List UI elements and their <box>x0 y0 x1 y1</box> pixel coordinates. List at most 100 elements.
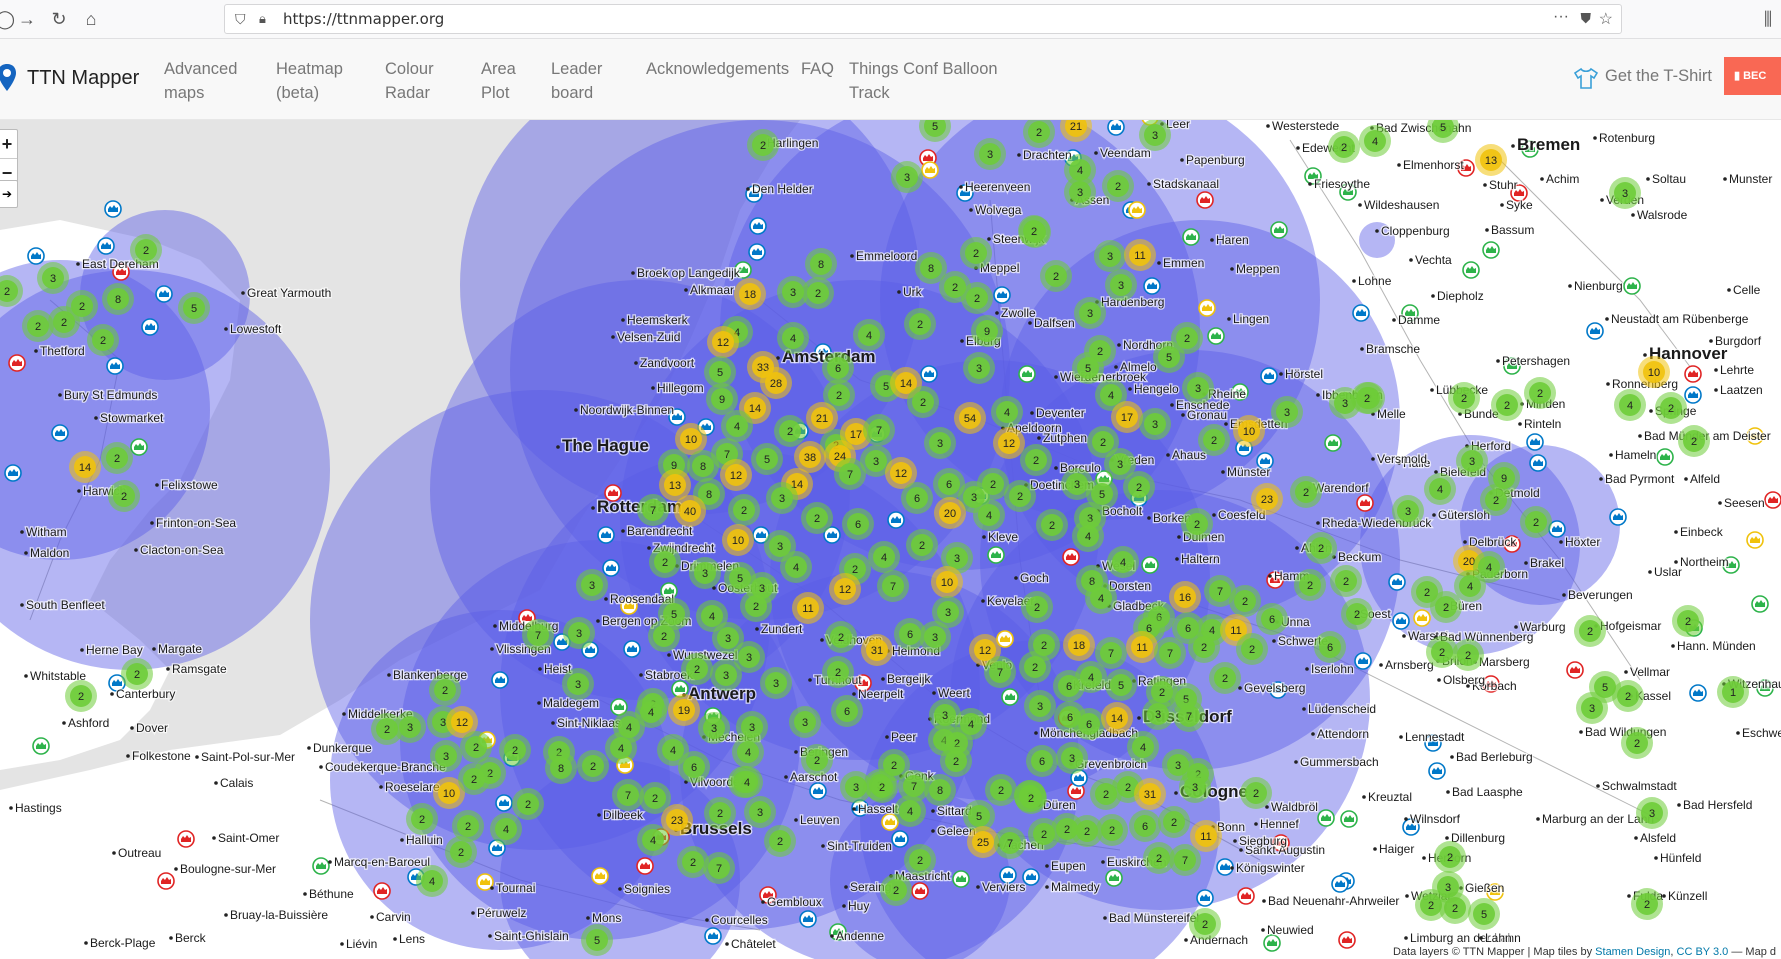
gateway-marker[interactable] <box>1105 869 1123 887</box>
gateway-marker[interactable] <box>1526 433 1544 451</box>
cluster-marker[interactable]: 2 <box>499 734 531 766</box>
cluster-marker[interactable]: 2 <box>406 803 438 835</box>
cluster-marker[interactable]: 2 <box>1448 382 1480 414</box>
cluster-marker[interactable]: 3 <box>562 668 594 700</box>
cluster-marker[interactable]: 13 <box>1475 144 1507 176</box>
cluster-marker[interactable]: 2 <box>822 656 854 688</box>
cluster-marker[interactable]: 2 <box>880 874 912 906</box>
home-icon[interactable]: ⌂ <box>78 6 104 32</box>
cluster-marker[interactable]: 2 <box>101 442 133 474</box>
cluster-marker[interactable]: 3 <box>766 482 798 514</box>
cluster-marker[interactable]: 9 <box>971 315 1003 347</box>
cluster-marker[interactable]: 8 <box>545 752 577 784</box>
cluster-marker[interactable]: 5 <box>1468 898 1500 930</box>
cluster-marker[interactable]: 4 <box>894 795 926 827</box>
cluster-marker[interactable]: 2 <box>866 771 898 803</box>
cluster-marker[interactable]: 3 <box>1105 269 1137 301</box>
cluster-marker[interactable]: 4 <box>1085 582 1117 614</box>
nav-colour-radar[interactable]: Colour Radar <box>385 57 434 105</box>
gateway-marker[interactable] <box>1263 934 1281 952</box>
cluster-marker[interactable]: 4 <box>777 322 809 354</box>
cluster-marker[interactable]: 4 <box>721 410 753 442</box>
cluster-marker[interactable]: 18 <box>734 278 766 310</box>
gateway-marker[interactable] <box>636 857 654 875</box>
reload-icon[interactable]: ↻ <box>46 6 72 32</box>
nav-faq[interactable]: FAQ <box>801 57 834 81</box>
gateway-marker[interactable] <box>1751 595 1769 613</box>
gateway-marker[interactable] <box>106 357 124 375</box>
cluster-marker[interactable]: 7 <box>994 827 1026 859</box>
cluster-marker[interactable]: 2 <box>577 750 609 782</box>
cluster-marker[interactable]: 2 <box>1021 591 1053 623</box>
cluster-marker[interactable]: 4 <box>637 824 669 856</box>
cluster-marker[interactable]: 2 <box>121 658 153 690</box>
cluster-marker[interactable]: 4 <box>1075 661 1107 693</box>
cluster-marker[interactable]: 4 <box>973 499 1005 531</box>
gateway-marker[interactable] <box>1609 508 1627 526</box>
cluster-marker[interactable]: 4 <box>1359 125 1391 157</box>
cluster-marker[interactable]: 2 <box>1236 633 1268 665</box>
cluster-marker[interactable]: 7 <box>522 619 554 651</box>
cluster-marker[interactable]: 3 <box>1142 698 1174 730</box>
cluster-marker[interactable]: 2 <box>904 308 936 340</box>
cluster-marker[interactable]: 2 <box>1004 480 1036 512</box>
cluster-marker[interactable]: 6 <box>678 751 710 783</box>
cluster-marker[interactable]: 2 <box>681 653 713 685</box>
cluster-marker[interactable]: 2 <box>704 797 736 829</box>
cluster-marker[interactable]: 2 <box>1198 424 1230 456</box>
cluster-marker[interactable]: 2 <box>747 129 779 161</box>
cluster-marker[interactable]: 2 <box>1158 806 1190 838</box>
cluster-marker[interactable]: 2 <box>1096 814 1128 846</box>
gateway-marker[interactable] <box>130 438 148 456</box>
cluster-marker[interactable]: 4 <box>732 736 764 768</box>
gateway-marker[interactable] <box>4 464 22 482</box>
cluster-marker[interactable]: 3 <box>689 557 721 589</box>
cluster-marker[interactable]: 2 <box>1452 639 1484 671</box>
cluster-marker[interactable]: 3 <box>1064 176 1096 208</box>
cluster-marker[interactable]: 20 <box>934 497 966 529</box>
cluster-marker[interactable]: 2 <box>1015 782 1047 814</box>
cluster-marker[interactable]: 7 <box>703 852 735 884</box>
cluster-marker[interactable]: 7 <box>1154 637 1186 669</box>
cluster-marker[interactable]: 2 <box>960 237 992 269</box>
gateway-marker[interactable] <box>1001 688 1019 706</box>
cluster-marker[interactable]: 3 <box>1056 742 1088 774</box>
cluster-marker[interactable]: 3 <box>37 262 69 294</box>
gateway-marker[interactable] <box>51 424 69 442</box>
shield-icon[interactable]: ⛉ <box>235 11 246 28</box>
gateway-marker[interactable] <box>1196 191 1214 209</box>
cluster-marker[interactable]: 5 <box>751 443 783 475</box>
cluster-marker[interactable]: 2 <box>1189 908 1221 940</box>
gateway-marker[interactable] <box>1128 201 1146 219</box>
gateway-marker[interactable] <box>1182 228 1200 246</box>
brand-title[interactable]: TTN Mapper <box>27 67 139 90</box>
gateway-marker[interactable] <box>1143 277 1161 295</box>
cluster-marker[interactable]: 11 <box>1126 631 1158 663</box>
gateway-marker[interactable] <box>1529 454 1547 472</box>
gateway-marker[interactable] <box>1413 609 1431 627</box>
gateway-marker[interactable] <box>177 830 195 848</box>
gateway-marker[interactable] <box>1324 434 1342 452</box>
cluster-marker[interactable]: 12 <box>993 427 1025 459</box>
cluster-marker[interactable]: 2 <box>1240 777 1272 809</box>
gateway-marker[interactable] <box>1428 762 1446 780</box>
cluster-marker[interactable]: 16 <box>1169 581 1201 613</box>
cluster-marker[interactable]: 2 <box>907 386 939 418</box>
gateway-marker[interactable] <box>921 161 939 179</box>
cluster-marker[interactable]: 19 <box>668 694 700 726</box>
cluster-marker[interactable]: 3 <box>1182 372 1214 404</box>
cluster-marker[interactable]: 6 <box>1256 603 1288 635</box>
cluster-marker[interactable]: 2 <box>458 763 490 795</box>
cluster-marker[interactable]: 2 <box>906 529 938 561</box>
more-icon[interactable]: ··· <box>1553 8 1569 26</box>
gateway-marker[interactable] <box>1689 684 1707 702</box>
cluster-marker[interactable]: 2 <box>801 502 833 534</box>
gateway-marker[interactable] <box>1352 304 1370 322</box>
cluster-marker[interactable]: 2 <box>1188 631 1220 663</box>
cluster-marker[interactable]: 3 <box>1179 771 1211 803</box>
cluster-marker[interactable]: 2 <box>648 620 680 652</box>
gateway-marker[interactable] <box>27 247 45 265</box>
gateway-marker[interactable] <box>1207 327 1225 345</box>
nav-acknowledgements[interactable]: Acknowledgements <box>646 57 789 81</box>
cluster-marker[interactable]: 4 <box>1127 731 1159 763</box>
